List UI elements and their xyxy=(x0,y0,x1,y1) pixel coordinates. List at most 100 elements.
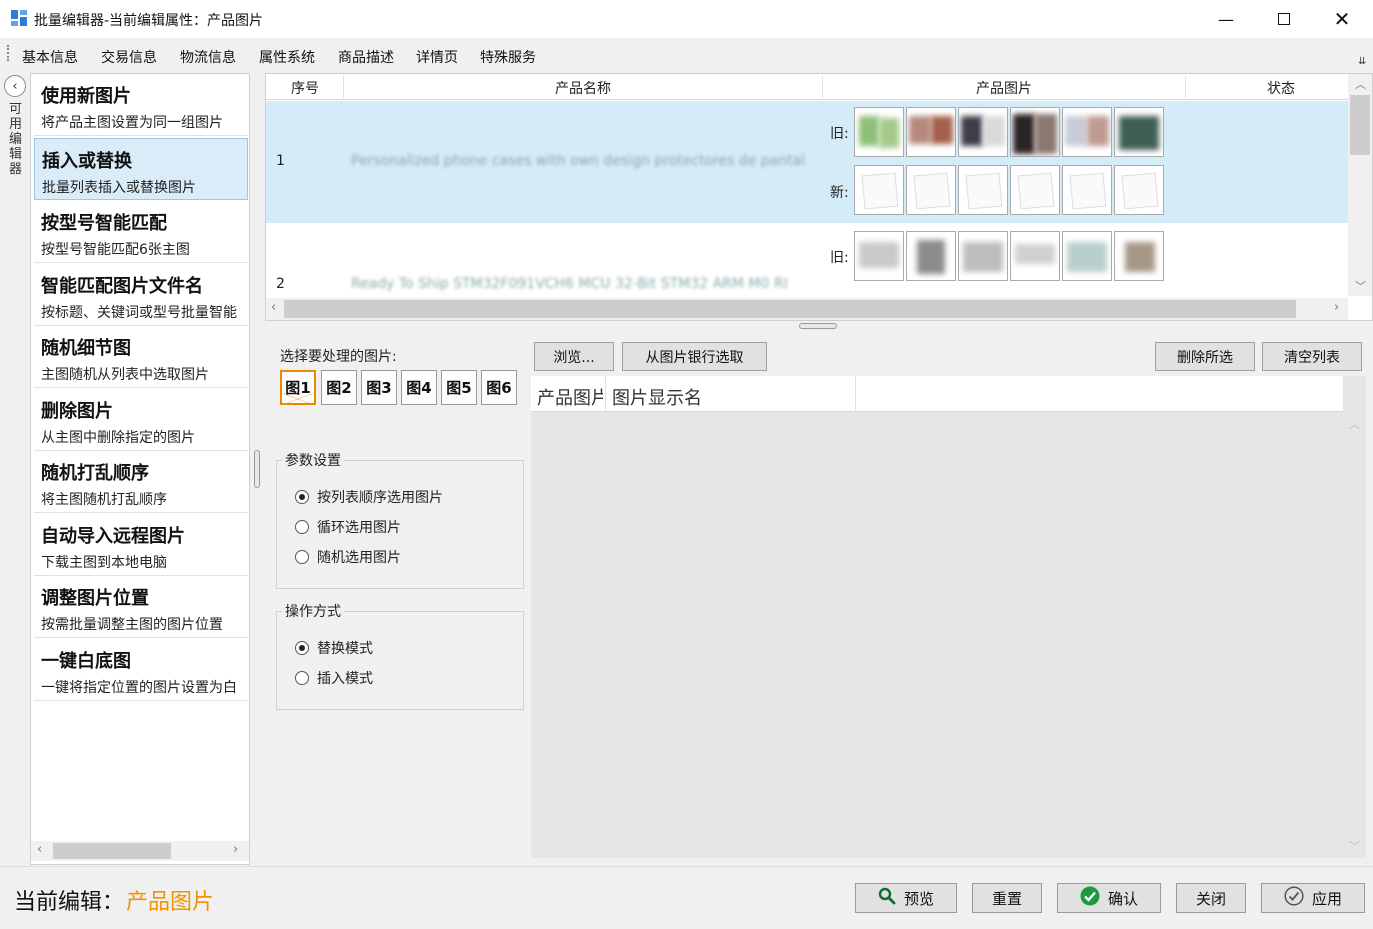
col-header-display-name[interactable]: 图片显示名 xyxy=(612,384,702,410)
app-icon xyxy=(11,10,27,26)
editor-item-import-remote[interactable]: 自动导入远程图片 下载主图到本地电脑 xyxy=(34,514,248,576)
reset-button[interactable]: 重置 xyxy=(972,883,1042,913)
radio-loop[interactable]: 循环选用图片 xyxy=(295,517,401,537)
col-header-product-image[interactable]: 产品图片 xyxy=(537,384,603,410)
menu-attribute-system[interactable]: 属性系统 xyxy=(259,47,315,67)
col-header-status[interactable]: 状态 xyxy=(1186,78,1373,98)
scroll-left-icon[interactable]: ‹ xyxy=(271,300,276,315)
confirm-button[interactable]: 确认 xyxy=(1057,883,1161,913)
radio-indicator[interactable] xyxy=(295,490,309,504)
editor-item-use-new-image[interactable]: 使用新图片 将产品主图设置为同一组图片 xyxy=(34,74,248,136)
old-image-thumb[interactable] xyxy=(1010,231,1060,281)
close-button[interactable]: 关闭 xyxy=(1176,883,1246,913)
editor-item-desc: 从主图中删除指定的图片 xyxy=(41,430,195,446)
old-image-thumb[interactable] xyxy=(1114,107,1164,157)
radio-indicator[interactable] xyxy=(295,641,309,655)
scrollbar-thumb[interactable] xyxy=(1350,95,1370,155)
image-tab-5[interactable]: 图5 xyxy=(441,370,477,405)
editor-item-insert-or-replace[interactable]: 插入或替换 批量列表插入或替换图片 xyxy=(34,138,248,200)
editor-item-title: 按型号智能匹配 xyxy=(41,213,167,234)
old-image-thumb[interactable] xyxy=(906,107,956,157)
mode-legend: 操作方式 xyxy=(282,601,344,621)
editor-item-match-by-model[interactable]: 按型号智能匹配 按型号智能匹配6张主图 xyxy=(34,201,248,263)
old-image-thumb[interactable] xyxy=(958,231,1008,281)
old-image-thumb[interactable] xyxy=(906,231,956,281)
menu-special-service[interactable]: 特殊服务 xyxy=(480,47,536,67)
vertical-splitter[interactable] xyxy=(254,450,260,488)
editor-item-random-detail[interactable]: 随机细节图 主图随机从列表中选取图片 xyxy=(34,326,248,388)
editor-item-white-background[interactable]: 一键白底图 一键将指定位置的图片设置为白 xyxy=(34,639,248,701)
chevron-left-icon: ‹ xyxy=(12,78,18,94)
scroll-up-icon[interactable]: ︿ xyxy=(1355,76,1366,92)
new-image-placeholder[interactable] xyxy=(958,165,1008,215)
image-tab-6[interactable]: 图6 xyxy=(481,370,517,405)
menu-basic-info[interactable]: 基本信息 xyxy=(22,47,78,67)
radio-indicator[interactable] xyxy=(295,550,309,564)
table-row[interactable]: 1 Personalized phone cases with own desi… xyxy=(266,101,1348,223)
image-tab-2[interactable]: 图2 xyxy=(321,370,357,405)
pick-from-bank-button[interactable]: 从图片银行选取 xyxy=(622,342,767,371)
old-image-thumb[interactable] xyxy=(958,107,1008,157)
horizontal-splitter[interactable] xyxy=(799,323,837,329)
sidebar-horizontal-scrollbar[interactable]: ‹ › xyxy=(31,841,249,861)
image-tab-4[interactable]: 图4 xyxy=(401,370,437,405)
table-row[interactable]: 2 Ready To Ship STM32F091VCH6 MCU 32-Bit… xyxy=(266,223,1348,298)
old-image-thumb[interactable] xyxy=(854,231,904,281)
row-index: 2 xyxy=(276,276,285,292)
scroll-down-icon[interactable]: ﹀ xyxy=(1355,278,1366,294)
new-image-placeholder[interactable] xyxy=(906,165,956,215)
close-window-button[interactable]: ✕ xyxy=(1313,0,1371,38)
scrollbar-thumb[interactable] xyxy=(53,843,171,859)
new-image-placeholder[interactable] xyxy=(1010,165,1060,215)
new-image-placeholder[interactable] xyxy=(1114,165,1164,215)
scrollbar-thumb[interactable] xyxy=(284,300,1296,318)
image-tab-3[interactable]: 图3 xyxy=(361,370,397,405)
image-file-table[interactable] xyxy=(531,376,1366,858)
old-image-thumb[interactable] xyxy=(1114,231,1164,281)
menu-detail-page[interactable]: 详情页 xyxy=(416,47,458,67)
image-tab-1[interactable]: 图1 xyxy=(280,370,316,405)
editor-item-shuffle[interactable]: 随机打乱顺序 将主图随机打乱顺序 xyxy=(34,451,248,513)
old-image-thumb[interactable] xyxy=(854,107,904,157)
editor-item-adjust-position[interactable]: 调整图片位置 按需批量调整主图的图片位置 xyxy=(34,576,248,638)
window-title: 批量编辑器-当前编辑属性：产品图片 xyxy=(34,13,264,29)
radio-sequential[interactable]: 按列表顺序选用图片 xyxy=(295,487,443,507)
delete-selected-button[interactable]: 删除所选 xyxy=(1155,342,1255,371)
scroll-left-icon[interactable]: ‹ xyxy=(37,842,42,857)
apply-button[interactable]: 应用 xyxy=(1261,883,1365,913)
radio-insert-mode[interactable]: 插入模式 xyxy=(295,668,373,688)
col-header-product-name[interactable]: 产品名称 xyxy=(344,78,822,98)
preview-button[interactable]: 预览 xyxy=(855,883,957,913)
editor-item-match-filename[interactable]: 智能匹配图片文件名 按标题、关键词或型号批量智能 xyxy=(34,264,248,326)
menu-product-description[interactable]: 商品描述 xyxy=(338,47,394,67)
scroll-right-icon[interactable]: › xyxy=(1334,300,1339,315)
radio-indicator[interactable] xyxy=(295,671,309,685)
new-image-placeholder[interactable] xyxy=(854,165,904,215)
scroll-up-icon[interactable]: ︿ xyxy=(1349,416,1360,432)
old-image-thumb[interactable] xyxy=(1062,231,1112,281)
browse-button[interactable]: 浏览... xyxy=(534,342,614,371)
radio-label: 循环选用图片 xyxy=(317,520,401,536)
minimize-button[interactable]: — xyxy=(1197,0,1255,38)
menu-logistics-info[interactable]: 物流信息 xyxy=(180,47,236,67)
scroll-right-icon[interactable]: › xyxy=(233,842,238,857)
old-image-thumb[interactable] xyxy=(1010,107,1060,157)
collapse-sidebar-button[interactable]: ‹ xyxy=(4,75,26,97)
menu-overflow-icon[interactable]: ⇊ xyxy=(1358,56,1366,67)
side-tab-label[interactable]: 可用编辑器 xyxy=(9,102,23,177)
maximize-button[interactable] xyxy=(1255,0,1313,38)
clear-list-button[interactable]: 清空列表 xyxy=(1262,342,1362,371)
radio-indicator[interactable] xyxy=(295,520,309,534)
editor-item-desc: 按需批量调整主图的图片位置 xyxy=(41,617,223,633)
old-image-thumb[interactable] xyxy=(1062,107,1112,157)
radio-replace-mode[interactable]: 替换模式 xyxy=(295,638,373,658)
maximize-icon xyxy=(1278,13,1290,25)
col-header-product-images[interactable]: 产品图片 xyxy=(823,78,1185,98)
new-image-placeholder[interactable] xyxy=(1062,165,1112,215)
scroll-down-icon[interactable]: ﹀ xyxy=(1349,838,1360,854)
editor-item-delete-image[interactable]: 删除图片 从主图中删除指定的图片 xyxy=(34,389,248,451)
menu-trade-info[interactable]: 交易信息 xyxy=(101,47,157,67)
col-header-index[interactable]: 序号 xyxy=(266,78,344,98)
editor-item-title: 随机打乱顺序 xyxy=(41,463,149,484)
radio-random[interactable]: 随机选用图片 xyxy=(295,547,401,567)
